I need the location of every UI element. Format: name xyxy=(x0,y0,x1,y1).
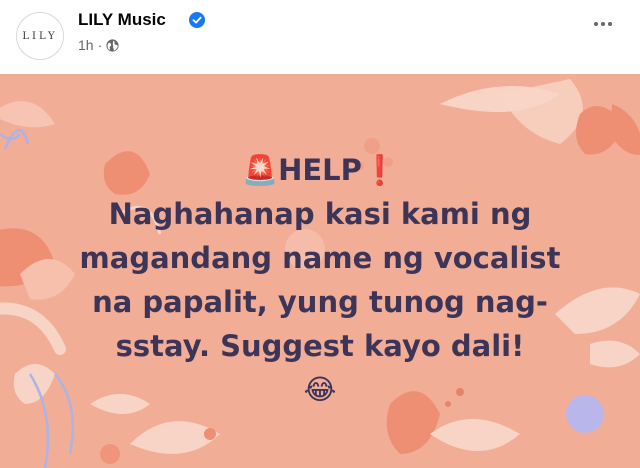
post-background: 🚨HELP❗ Naghahanap kasi kami ng magandang… xyxy=(0,74,640,468)
avatar-logo-text: LILY xyxy=(22,30,58,42)
page-avatar[interactable]: LILY xyxy=(16,12,64,60)
post-meta: 1h · xyxy=(78,37,119,53)
post-line-1: 🚨HELP❗ xyxy=(241,153,399,187)
globe-icon[interactable] xyxy=(106,38,119,52)
post-line-2: Naghahanap kasi kami ng xyxy=(108,197,532,231)
post-message: 🚨HELP❗ Naghahanap kasi kami ng magandang… xyxy=(30,148,610,410)
verified-badge-icon xyxy=(189,12,205,28)
post-timestamp[interactable]: 1h xyxy=(78,37,94,53)
meta-separator: · xyxy=(97,37,103,53)
page-name-link[interactable]: LILY Music xyxy=(78,10,166,30)
post-header: LILY LILY Music 1h · xyxy=(0,0,640,74)
post-line-5: sstay. Suggest kayo dali! xyxy=(115,329,525,363)
post-line-4: na papalit, yung tunog nag- xyxy=(92,285,548,319)
more-options-icon[interactable] xyxy=(594,22,612,26)
laughing-emoji: 😂 xyxy=(303,373,337,406)
post-line-3: magandang name ng vocalist xyxy=(79,241,561,275)
